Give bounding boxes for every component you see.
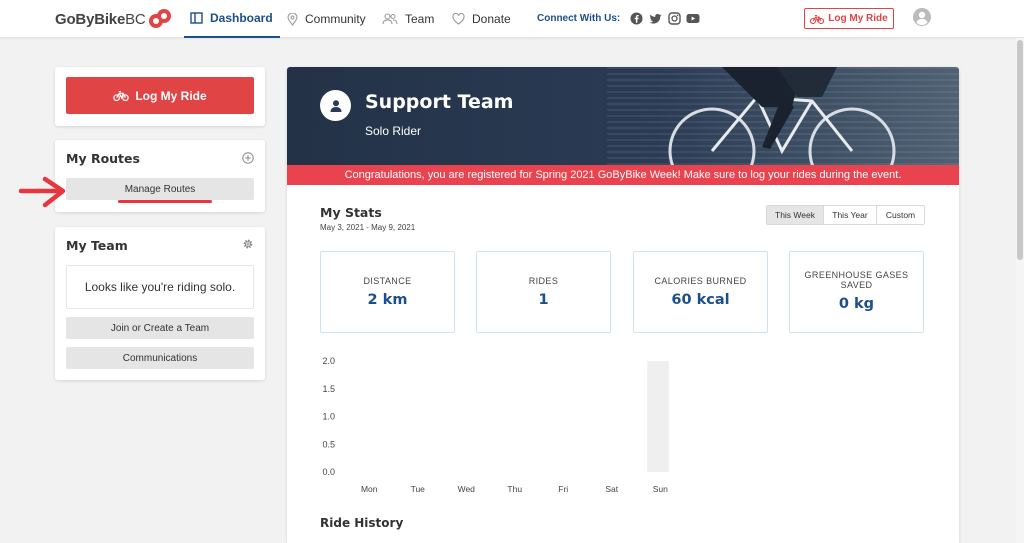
youtube-icon[interactable] — [686, 12, 700, 25]
logo-text-suffix: BC — [125, 10, 146, 28]
solo-rider-text: Looks like you're riding solo. — [84, 280, 236, 294]
user-icon — [330, 99, 341, 112]
stat-label: GREENHOUSE GASES SAVED — [804, 270, 909, 290]
x-tick-label: Wed — [458, 484, 476, 494]
nav-donate[interactable]: Donate — [452, 0, 511, 38]
x-tick-label: Sun — [653, 484, 668, 494]
annotation-underline — [118, 200, 212, 203]
stat-card-distance: DISTANCE 2 km — [320, 251, 455, 333]
stat-value: 2 km — [367, 292, 408, 308]
twitter-icon[interactable] — [649, 12, 662, 25]
join-create-team-button[interactable]: Join or Create a Team — [66, 317, 254, 339]
profile-banner: Support Team Solo Rider — [287, 67, 959, 165]
stat-card-greenhouse-gases: GREENHOUSE GASES SAVED 0 kg — [789, 251, 924, 333]
stat-card-rides: RIDES 1 — [476, 251, 611, 333]
communications-button[interactable]: Communications — [66, 347, 254, 369]
x-tick-label: Fri — [558, 484, 568, 494]
period-this-year-button[interactable]: This Year — [823, 205, 877, 225]
my-team-title: My Team — [66, 238, 128, 253]
y-tick-label: 1.5 — [322, 384, 335, 394]
communications-label: Communications — [122, 352, 198, 364]
gobybike-logo[interactable]: GoByBikeBC — [55, 8, 172, 30]
log-ride-card: Log My Ride — [55, 67, 265, 126]
nav-dashboard[interactable]: Dashboard — [184, 0, 280, 38]
y-tick-label: 0.0 — [322, 467, 335, 477]
instagram-icon[interactable] — [668, 12, 681, 25]
stat-card-calories: CALORIES BURNED 60 kcal — [633, 251, 768, 333]
stat-value: 1 — [538, 292, 549, 308]
x-tick-label: Sat — [605, 484, 618, 494]
my-team-card: My Team Looks like you're riding solo. J… — [55, 227, 265, 380]
x-tick-label: Tue — [411, 484, 426, 494]
period-this-week-button[interactable]: This Week — [766, 205, 824, 225]
log-my-ride-label: Log My Ride — [135, 88, 207, 103]
join-create-team-label: Join or Create a Team — [110, 322, 210, 334]
logo-text-main: GoByBike — [55, 10, 126, 28]
dashboard-main-panel: Support Team Solo Rider Congratulations,… — [287, 67, 959, 543]
stat-value: 0 kg — [838, 296, 875, 312]
heart-icon — [452, 13, 465, 25]
stat-value: 60 kcal — [671, 292, 730, 308]
x-tick-label: Mon — [361, 484, 378, 494]
page-scrollbar-thumb[interactable] — [1017, 40, 1023, 260]
facebook-icon[interactable] — [630, 12, 643, 25]
bicycle-icon — [810, 14, 825, 24]
registration-notice-text: Congratulations, you are registered for … — [344, 169, 902, 181]
weekly-distance-chart: 0.0 0.5 1.0 1.5 2.0 Mon Tue Wed Thu Fri Sat Sun — [322, 356, 669, 494]
period-custom-button[interactable]: Custom — [876, 205, 925, 225]
users-icon — [382, 13, 398, 25]
y-tick-label: 2.0 — [322, 356, 335, 366]
stat-label: DISTANCE — [363, 276, 412, 286]
log-my-ride-button[interactable]: Log My Ride — [66, 77, 254, 114]
team-name-title: Support Team — [365, 91, 514, 113]
nav-dashboard-label: Dashboard — [210, 11, 273, 25]
log-my-ride-header-label: Log My Ride — [828, 13, 888, 24]
annotation-arrow — [18, 176, 66, 208]
stats-date-range: May 3, 2021 - May 9, 2021 — [320, 223, 416, 232]
stat-label: RIDES — [528, 276, 559, 286]
top-navbar: GoByBikeBC Dashboard Community Team Dona… — [0, 0, 1024, 38]
stat-label: CALORIES BURNED — [654, 276, 747, 286]
y-tick-label: 1.0 — [322, 412, 335, 422]
my-routes-title: My Routes — [66, 151, 140, 166]
gear-icon[interactable] — [242, 238, 254, 250]
manage-routes-label: Manage Routes — [124, 183, 196, 195]
nav-community-label: Community — [305, 12, 366, 26]
user-avatar-icon[interactable] — [913, 8, 931, 26]
rider-type-subtitle: Solo Rider — [365, 124, 422, 138]
bicycle-icon — [113, 91, 130, 101]
cyclist-banner-illustration — [668, 67, 896, 165]
nav-team-label: Team — [405, 12, 435, 26]
chart-bar-sun — [647, 361, 669, 472]
my-stats-title: My Stats — [320, 205, 382, 220]
y-tick-label: 0.5 — [322, 439, 335, 449]
nav-donate-label: Donate — [472, 12, 511, 26]
bike-wheels-logo-icon — [148, 9, 171, 28]
nav-team[interactable]: Team — [382, 0, 434, 38]
profile-avatar — [320, 90, 351, 121]
x-tick-label: Thu — [507, 484, 522, 494]
registration-notice: Congratulations, you are registered for … — [287, 165, 959, 185]
solo-rider-message: Looks like you're riding solo. — [66, 265, 254, 309]
columns-icon — [190, 12, 203, 24]
map-pin-icon — [287, 12, 298, 26]
ride-history-title: Ride History — [320, 516, 404, 530]
connect-with-us-label: Connect With Us: — [537, 13, 621, 24]
log-my-ride-header-button[interactable]: Log My Ride — [804, 8, 894, 29]
manage-routes-button[interactable]: Manage Routes — [66, 178, 254, 200]
nav-community[interactable]: Community — [287, 0, 366, 38]
add-route-icon[interactable] — [242, 152, 254, 164]
